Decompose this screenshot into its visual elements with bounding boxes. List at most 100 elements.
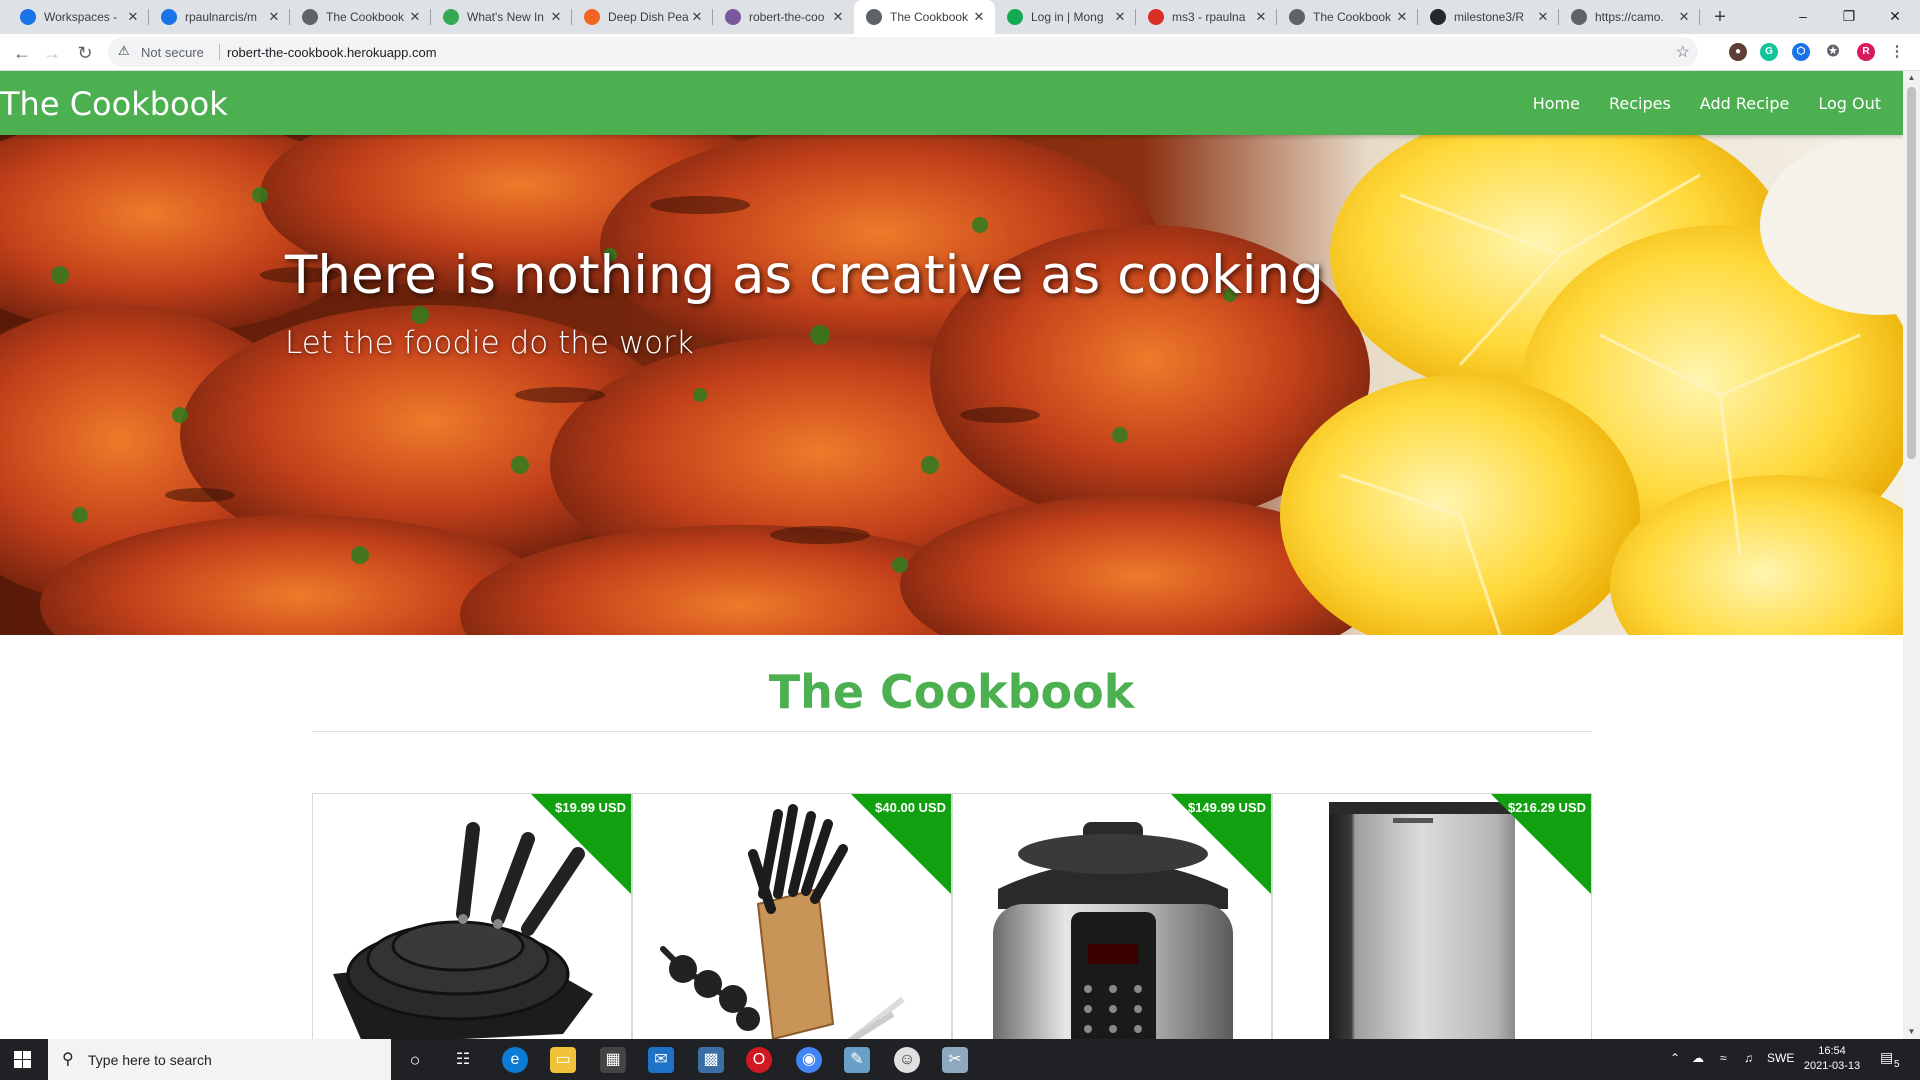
browser-tab[interactable]: The Cookbook ✕ — [854, 0, 995, 34]
extensions-puzzle-icon[interactable]: ✪ — [1824, 43, 1842, 61]
tab-close-icon[interactable]: ✕ — [1394, 9, 1410, 25]
bookmark-star-icon[interactable]: ☆ — [1676, 42, 1690, 62]
opera-browser-icon[interactable]: O — [746, 1047, 772, 1073]
address-bar[interactable]: ⚠ Not secure robert-the-cookbook.herokua… — [108, 37, 1698, 67]
browser-tab[interactable]: milestone3/R ✕ — [1418, 0, 1559, 34]
workspaces-extension-icon[interactable]: ⬡ — [1792, 43, 1810, 61]
globe-icon — [866, 9, 882, 25]
edge-browser-icon[interactable]: e — [502, 1047, 528, 1073]
photos-app-icon[interactable]: ▩ — [698, 1047, 724, 1073]
volume-icon[interactable]: ♫ — [1744, 1051, 1753, 1065]
clock-date: 2021-03-13 — [1803, 1060, 1861, 1072]
page-scrollbar[interactable]: ▲ ▼ — [1903, 71, 1920, 1039]
tab-title: Workspaces - — [44, 10, 118, 24]
tab-close-icon[interactable]: ✕ — [830, 9, 846, 25]
globe-icon — [1289, 9, 1305, 25]
tab-close-icon[interactable]: ✕ — [266, 9, 282, 25]
close-window-button[interactable]: ✕ — [1872, 0, 1918, 34]
product-card[interactable]: $149.99 USD — [952, 793, 1272, 1039]
tab-close-icon[interactable]: ✕ — [1676, 9, 1692, 25]
language-indicator[interactable]: SWE — [1767, 1051, 1794, 1065]
nav-home-link[interactable]: Home — [1533, 94, 1580, 113]
tab-title: robert-the-coo — [749, 10, 825, 24]
reload-icon[interactable]: ↻ — [71, 39, 99, 67]
task-view-icon[interactable]: ☷ — [450, 1047, 476, 1073]
tab-close-icon[interactable]: ✕ — [1112, 9, 1128, 25]
new-tab-button[interactable]: + — [1707, 4, 1733, 30]
price-label: $40.00 USD — [875, 800, 946, 815]
browser-tab[interactable]: The Cookbook ✕ — [1277, 0, 1418, 34]
scroll-up-arrow-icon[interactable]: ▲ — [1903, 71, 1920, 85]
nav-recipes-link[interactable]: Recipes — [1609, 94, 1671, 113]
emoji-app-icon[interactable]: ☺ — [894, 1047, 920, 1073]
cortana-icon[interactable]: ○ — [402, 1047, 428, 1073]
taskbar-clock[interactable]: 16:54 2021-03-13 — [1800, 1044, 1864, 1074]
warning-icon[interactable]: ⚠ — [118, 43, 130, 59]
url-text[interactable]: robert-the-cookbook.herokuapp.com — [227, 45, 437, 60]
scrollbar-thumb[interactable] — [1907, 87, 1916, 459]
tab-close-icon[interactable]: ✕ — [125, 9, 141, 25]
profile-avatar[interactable]: R — [1857, 43, 1875, 61]
tab-title: What's New In — [467, 10, 544, 24]
snipping-tool-icon[interactable]: ✂ — [942, 1047, 968, 1073]
notepad-icon[interactable]: ✎ — [844, 1047, 870, 1073]
nav-logout-link[interactable]: Log Out — [1818, 94, 1881, 113]
browser-tab[interactable]: Deep Dish Pea ✕ — [572, 0, 713, 34]
product-card[interactable]: $19.99 USD — [312, 793, 632, 1039]
tab-close-icon[interactable]: ✕ — [1535, 9, 1551, 25]
nav-add-recipe-link[interactable]: Add Recipe — [1700, 94, 1790, 113]
workspaces-icon — [20, 9, 36, 25]
taskbar-search-box[interactable]: ⚲ Type here to search — [48, 1039, 391, 1080]
tab-title: The Cookbook — [1313, 10, 1392, 24]
forward-arrow-icon[interactable]: → — [38, 39, 66, 67]
tab-close-icon[interactable]: ✕ — [971, 9, 987, 25]
windows-start-icon[interactable] — [14, 1051, 31, 1068]
browser-tab[interactable]: The Cookbook ✕ — [290, 0, 431, 34]
tray-overflow-chevron-icon[interactable]: ⌃ — [1670, 1051, 1680, 1065]
tab-close-icon[interactable]: ✕ — [548, 9, 564, 25]
mail-icon[interactable]: ✉ — [648, 1047, 674, 1073]
grammarly-icon[interactable]: G — [1760, 43, 1778, 61]
onedrive-cloud-icon[interactable]: ☁ — [1692, 1051, 1704, 1065]
browser-tab[interactable]: What's New In ✕ — [431, 0, 572, 34]
browser-tab[interactable]: Workspaces - ✕ — [8, 0, 149, 34]
product-row: $19.99 USD $40.00 USD $149.99 USD $216.2… — [312, 793, 1592, 1039]
tab-close-icon[interactable]: ✕ — [407, 9, 423, 25]
file-explorer-icon[interactable]: ▭ — [550, 1047, 576, 1073]
browser-tab[interactable]: Log in | Mong ✕ — [995, 0, 1136, 34]
tab-close-icon[interactable]: ✕ — [689, 9, 705, 25]
heroku-icon — [725, 9, 741, 25]
tab-title: The Cookbook — [326, 10, 405, 24]
price-label: $19.99 USD — [555, 800, 626, 815]
browser-tab[interactable]: https://camo. ✕ — [1559, 0, 1700, 34]
browser-tab[interactable]: robert-the-coo ✕ — [713, 0, 854, 34]
notifications-icon[interactable]: ▤ — [1880, 1049, 1893, 1066]
maximize-button[interactable]: ❐ — [1826, 0, 1872, 34]
brand-logo[interactable]: The Cookbook — [0, 85, 228, 123]
security-label[interactable]: Not secure — [141, 45, 204, 60]
browser-tab[interactable]: ms3 - rpaulna ✕ — [1136, 0, 1277, 34]
menu-kebab-icon[interactable]: ⋮ — [1888, 43, 1906, 61]
windows-taskbar: ⚲ Type here to search ○ ☷ e ▭ ▦ ✉ ▩ O ◉ … — [0, 1039, 1920, 1080]
taskbar-search-placeholder: Type here to search — [88, 1052, 212, 1068]
nav-links: Home Recipes Add Recipe Log Out — [1504, 71, 1881, 135]
microsoft-store-icon[interactable]: ▦ — [600, 1047, 626, 1073]
tab-close-icon[interactable]: ✕ — [1253, 9, 1269, 25]
product-card[interactable]: $216.29 USD — [1272, 793, 1592, 1039]
tab-title: https://camo. — [1595, 10, 1664, 24]
hero-banner: There is nothing as creative as cooking … — [0, 135, 1903, 635]
github-icon — [1430, 9, 1446, 25]
scroll-down-arrow-icon[interactable]: ▼ — [1903, 1025, 1920, 1039]
tab-title: ms3 - rpaulna — [1172, 10, 1246, 24]
price-label: $149.99 USD — [1187, 800, 1266, 815]
back-arrow-icon[interactable]: ← — [8, 39, 36, 67]
minimize-button[interactable]: – — [1780, 0, 1826, 34]
extension-icon[interactable]: ● — [1729, 43, 1747, 61]
chrome-browser-icon[interactable]: ◉ — [796, 1047, 822, 1073]
site-navbar: The Cookbook Home Recipes Add Recipe Log… — [0, 71, 1903, 135]
browser-tab[interactable]: rpaulnarcis/m ✕ — [149, 0, 290, 34]
product-card[interactable]: $40.00 USD — [632, 793, 952, 1039]
globe-icon — [1571, 9, 1587, 25]
tab-title: Deep Dish Pea — [608, 10, 689, 24]
wifi-icon[interactable]: ≈ — [1720, 1051, 1727, 1065]
